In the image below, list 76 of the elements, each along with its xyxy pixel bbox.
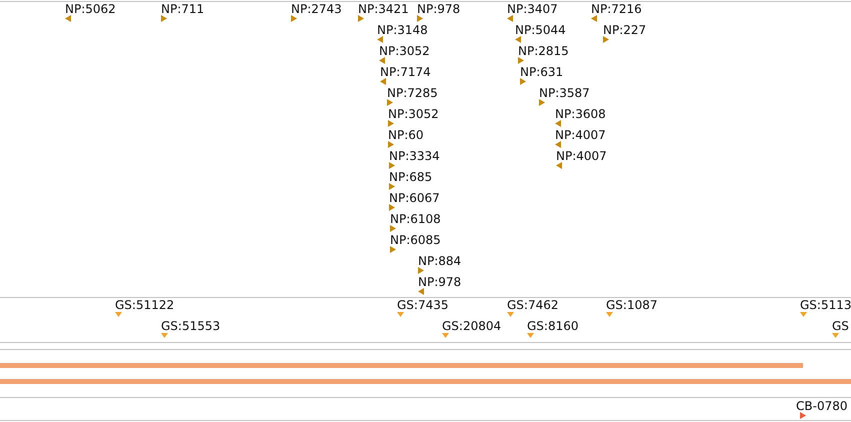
feature-label: NP:711 <box>161 2 204 16</box>
marker-triangle-icon <box>115 312 122 317</box>
feature-label: NP:60 <box>388 128 424 142</box>
strand-right-icon <box>390 246 396 253</box>
marker-triangle-icon <box>397 312 404 317</box>
strand-right-icon <box>390 225 396 232</box>
feature-label: NP:685 <box>389 170 432 184</box>
feature-label: NP:3052 <box>388 107 439 121</box>
feature-label: NP:978 <box>417 2 460 16</box>
marker-triangle-icon <box>161 333 168 338</box>
feature-label: GS:51553 <box>161 319 220 333</box>
strand-left-icon <box>377 36 383 43</box>
feature-label: GS:20804 <box>442 319 502 333</box>
marker-triangle-icon <box>832 333 839 338</box>
strand-left-icon <box>556 162 562 169</box>
feature-label: NP:3407 <box>507 2 558 16</box>
feature-label: NP:6108 <box>390 212 441 226</box>
feature-label: GS:7462 <box>507 298 558 312</box>
feature-label: GS:7435 <box>397 298 448 312</box>
strand-left-icon <box>65 15 71 22</box>
feature-label: NP:5044 <box>515 23 566 37</box>
strand-right-icon <box>358 15 364 22</box>
feature-label: NP:3587 <box>539 86 590 100</box>
marker-triangle-icon <box>606 312 613 317</box>
feature-label: NP:5062 <box>65 2 116 16</box>
strand-left-icon <box>591 15 597 22</box>
feature-label: NP:227 <box>603 23 646 37</box>
strand-right-icon <box>388 141 394 148</box>
feature-label: NP:3148 <box>377 23 428 37</box>
marker-triangle-icon <box>800 412 806 419</box>
feature-label: GS <box>832 319 849 333</box>
strand-right-icon <box>603 36 609 43</box>
strand-right-icon <box>389 162 395 169</box>
feature-label: NP:3608 <box>555 107 606 121</box>
strand-right-icon <box>520 78 526 85</box>
marker-triangle-icon <box>507 312 514 317</box>
strand-left-icon <box>555 120 561 127</box>
feature-label: GS:8160 <box>527 319 578 333</box>
feature-label: NP:631 <box>520 65 564 79</box>
strand-right-icon <box>518 57 524 64</box>
feature-label: NP:2815 <box>518 44 569 58</box>
strand-left-icon <box>515 36 521 43</box>
feature-label: NP:884 <box>418 254 462 268</box>
strand-right-icon <box>387 99 393 106</box>
feature-label: NP:2743 <box>291 2 342 16</box>
marker-triangle-icon <box>527 333 534 338</box>
feature-label: NP:4007 <box>555 128 606 142</box>
feature-label: NP:7216 <box>591 2 642 16</box>
strand-right-icon <box>539 99 545 106</box>
feature-label: CB-0780 <box>796 399 848 413</box>
feature-label: NP:3334 <box>389 149 440 163</box>
strand-right-icon <box>388 120 394 127</box>
strand-left-icon <box>380 78 386 85</box>
strand-right-icon <box>389 183 395 190</box>
marker-triangle-icon <box>442 333 449 338</box>
feature-label: GS:51122 <box>115 298 174 312</box>
strand-left-icon <box>507 15 513 22</box>
strand-right-icon <box>417 15 423 22</box>
feature-label: GS:5113 <box>800 298 851 312</box>
feature-label: NP:978 <box>418 275 462 289</box>
feature-label: NP:3052 <box>379 44 430 58</box>
feature-label: GS:1087 <box>606 298 658 312</box>
feature-label: NP:6085 <box>390 233 441 247</box>
strand-right-icon <box>418 267 424 274</box>
strand-left-icon <box>418 288 424 295</box>
strand-right-icon <box>291 15 297 22</box>
feature-label: NP:3421 <box>358 2 409 16</box>
feature-label: NP:4007 <box>556 149 607 163</box>
feature-label: NP:7174 <box>380 65 431 79</box>
strand-left-icon <box>555 141 561 148</box>
strand-right-icon <box>389 204 395 211</box>
feature-label: NP:6067 <box>389 191 440 205</box>
feature-label: NP:7285 <box>387 86 438 100</box>
marker-triangle-icon <box>800 312 807 317</box>
strand-left-icon <box>379 57 385 64</box>
strand-right-icon <box>161 15 167 22</box>
